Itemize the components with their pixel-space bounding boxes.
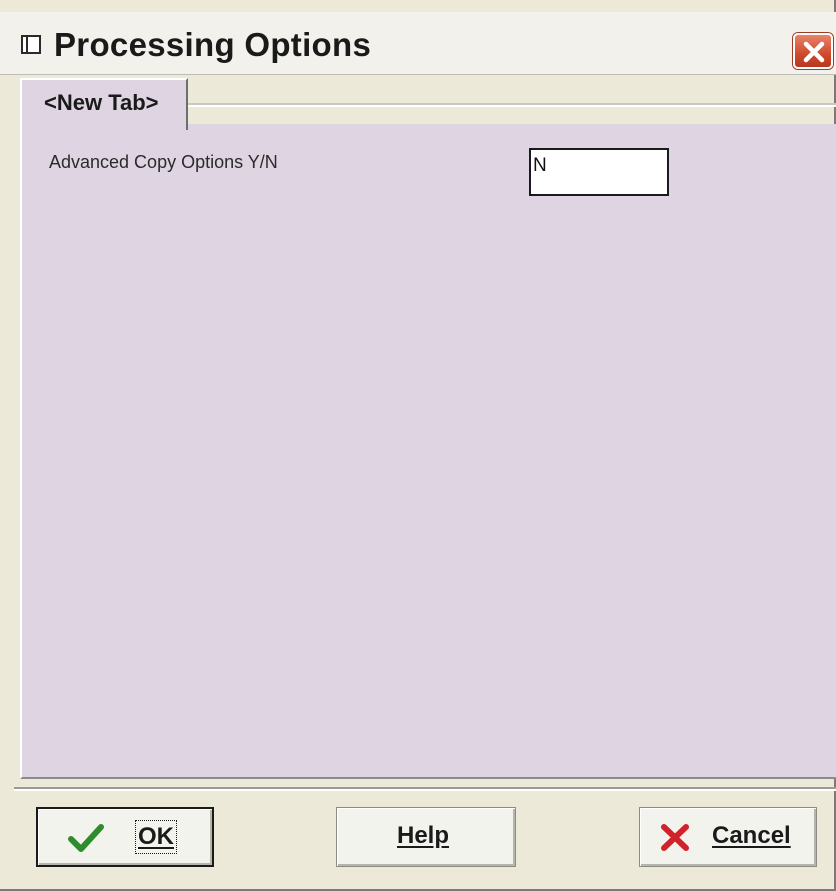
window-icon: [21, 35, 41, 54]
processing-options-dialog: Processing Options <New Tab> Advanced Co…: [0, 0, 836, 891]
ok-button-label: OK: [135, 820, 177, 854]
cancel-button[interactable]: Cancel: [639, 807, 817, 867]
cancel-button-label: Cancel: [712, 822, 791, 849]
ok-button[interactable]: OK: [36, 807, 214, 867]
tab-strip: <New Tab>: [10, 74, 836, 130]
button-bar-separator: [14, 787, 836, 789]
tab-panel: Advanced Copy Options Y/N N: [20, 124, 836, 779]
tab-new-tab[interactable]: <New Tab>: [20, 78, 188, 130]
advanced-copy-options-input[interactable]: N: [529, 148, 669, 196]
close-icon: [803, 41, 825, 63]
close-button[interactable]: [793, 33, 833, 69]
checkmark-icon: [68, 824, 104, 852]
window-title: Processing Options: [54, 26, 372, 63]
tab-label: <New Tab>: [44, 90, 159, 115]
help-button-label: Help: [397, 822, 450, 849]
red-x-icon: [661, 824, 689, 851]
advanced-copy-options-label: Advanced Copy Options Y/N: [49, 152, 278, 172]
title-bar[interactable]: Processing Options: [0, 12, 836, 75]
help-button[interactable]: Help: [336, 807, 516, 867]
